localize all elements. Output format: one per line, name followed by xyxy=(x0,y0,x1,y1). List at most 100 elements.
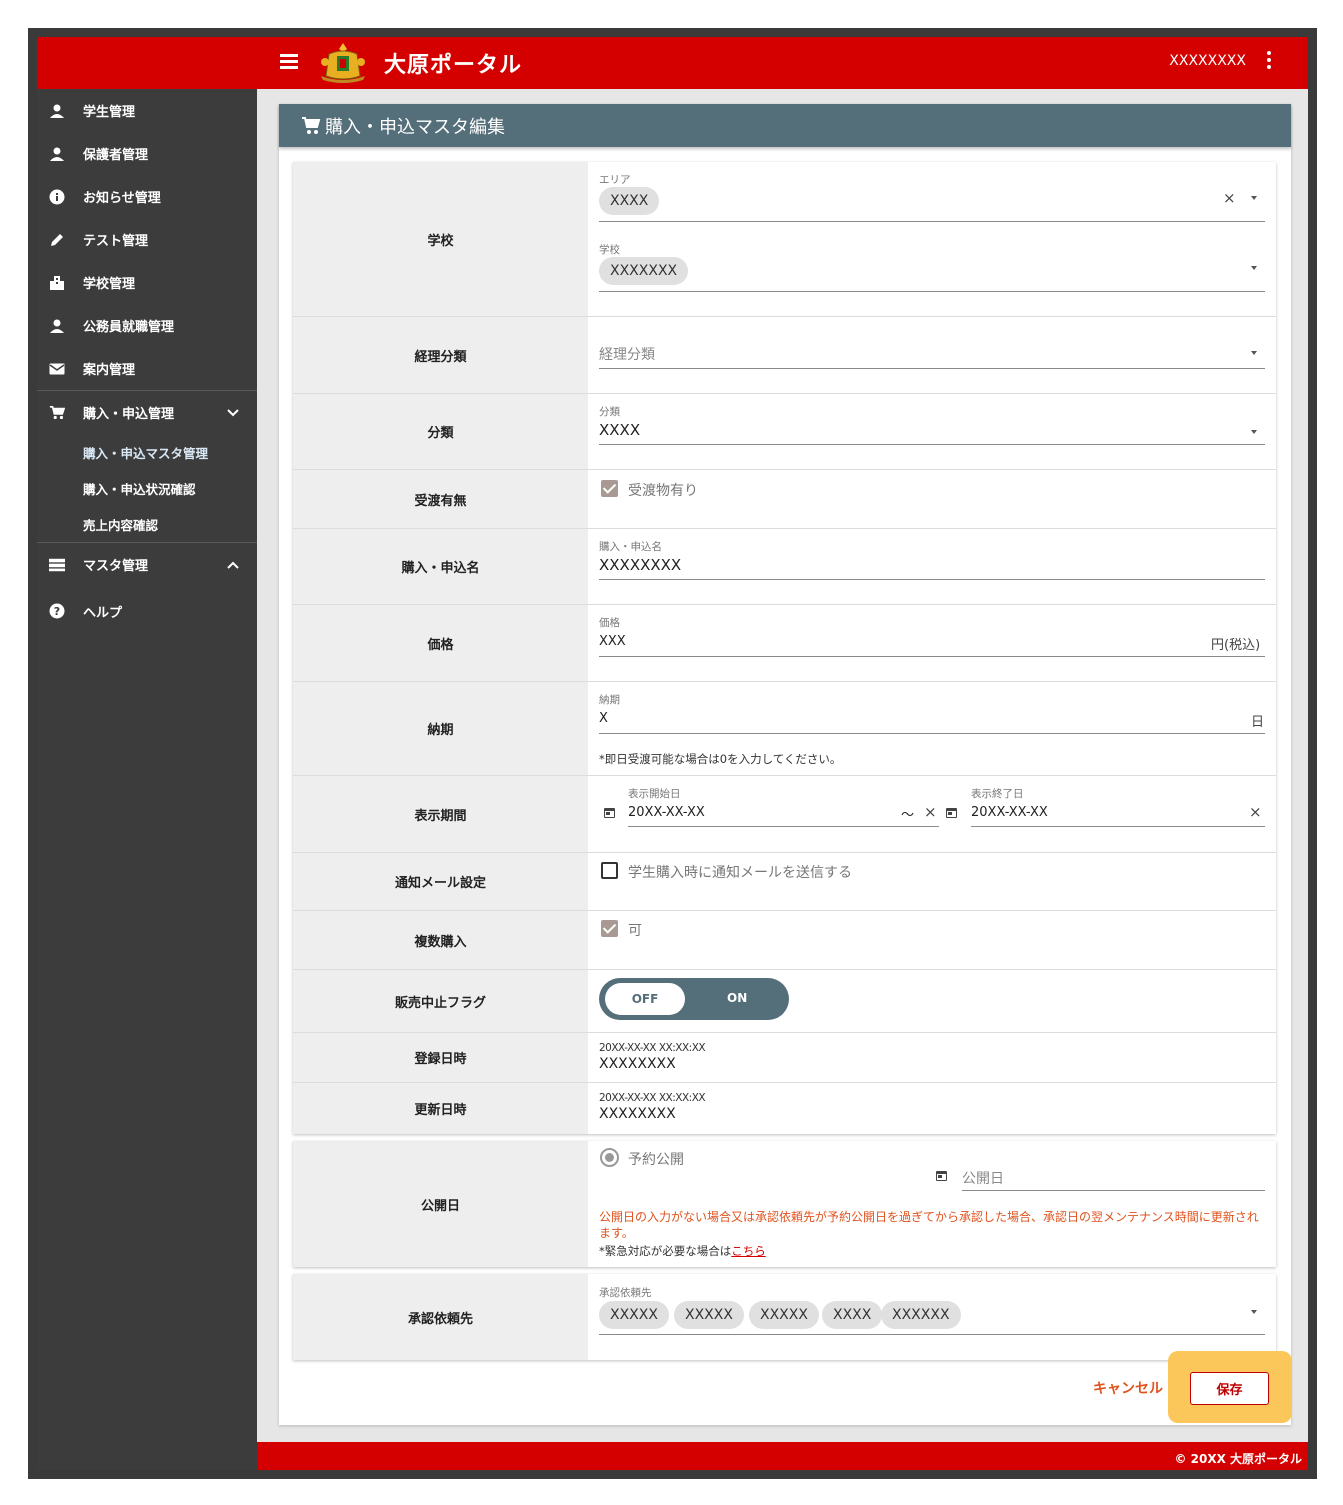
caret-down-icon[interactable] xyxy=(1251,196,1257,200)
days-field-label: 納期 xyxy=(599,694,620,706)
area-field-label: エリア xyxy=(599,174,631,186)
calendar-icon[interactable] xyxy=(604,808,615,818)
row-label: 通知メール設定 xyxy=(293,853,588,910)
publish-date-placeholder: 公開日 xyxy=(962,1171,1004,1187)
approver-chip[interactable]: XXXXX xyxy=(674,1301,744,1329)
stop-flag-toggle[interactable]: OFF ON xyxy=(599,978,789,1020)
sidebar-item-label: 学校管理 xyxy=(83,277,136,292)
days-value: X xyxy=(599,711,608,726)
start-field-label: 表示開始日 xyxy=(628,788,681,800)
row-delivery: 受渡有無 受渡物有り xyxy=(293,470,1276,529)
publish-note: 公開日の入力がない場合又は承認依頼先が予約公開日を過ぎてから承認した場合、承認日… xyxy=(599,1210,1259,1240)
sidebar-item-schools[interactable]: 学校管理 xyxy=(37,261,257,304)
sidebar-item-tests[interactable]: テスト管理 xyxy=(37,218,257,261)
row-label: 公開日 xyxy=(293,1141,588,1267)
user-name[interactable]: XXXXXXXX xyxy=(1169,53,1246,69)
multiple-checkbox[interactable] xyxy=(601,920,618,937)
row-updated: 更新日時 20XX-XX-XX XX:XX:XX XXXXXXXX xyxy=(293,1083,1276,1134)
delivery-checkbox[interactable] xyxy=(601,480,618,497)
days-suffix: 日 xyxy=(1251,715,1265,730)
top-app-bar: 大原ポータル XXXXXXXX xyxy=(37,37,1308,89)
clear-icon[interactable]: × xyxy=(1223,189,1236,207)
start-date-value: 20XX-XX-XX xyxy=(628,805,705,820)
chevron-up-icon xyxy=(227,558,239,572)
category-field-label: 分類 xyxy=(599,406,620,418)
footer-copyright: © 20XX 大原ポータル xyxy=(257,1442,1308,1470)
page-header: 購入・申込マスタ編集 xyxy=(279,104,1291,147)
sidebar-subitem-sales[interactable]: 売上内容確認 xyxy=(37,506,257,542)
menu-icon[interactable] xyxy=(280,51,298,73)
sidebar-item-label: マスタ管理 xyxy=(83,559,149,574)
row-publish: 公開日 予約公開 公開日 公開日の入力がない場合又は承認依頼先が予約公開日を過ぎ… xyxy=(293,1141,1276,1267)
days-input[interactable] xyxy=(599,706,1265,734)
approver-chip[interactable]: XXXXX xyxy=(749,1301,819,1329)
more-vert-icon[interactable] xyxy=(1266,51,1272,73)
registered-datetime: 20XX-XX-XX XX:XX:XX xyxy=(599,1042,706,1054)
approver-chip[interactable]: XXXXXX xyxy=(881,1301,961,1329)
sidebar-subitem-status[interactable]: 購入・申込状況確認 xyxy=(37,470,257,506)
period-separator: ～ xyxy=(901,808,915,823)
caret-down-icon[interactable] xyxy=(1251,266,1257,270)
caret-down-icon[interactable] xyxy=(1251,351,1257,355)
row-display-period: 表示期間 表示開始日 20XX-XX-XX ～ × 表示終了日 20XX-XX-… xyxy=(293,776,1276,853)
sidebar-item-guardians[interactable]: 保護者管理 xyxy=(37,132,257,175)
approver-chip[interactable]: XXXXX xyxy=(599,1301,669,1329)
price-input[interactable] xyxy=(599,629,1265,657)
school-field-label: 学校 xyxy=(599,244,620,256)
storage-icon xyxy=(49,557,65,573)
clear-icon[interactable]: × xyxy=(924,803,937,821)
row-price: 価格 価格 XXX 円(税込) xyxy=(293,605,1276,682)
row-approver: 承認依頼先 承認依頼先 XXXXX XXXXX XXXXX XXXX XXXXX… xyxy=(293,1274,1276,1360)
publish-radio-label: 予約公開 xyxy=(628,1152,684,1168)
name-input[interactable] xyxy=(599,553,1265,580)
form-main: 学校 エリア XXXX × 学校 XXXXXXX 経理分類 経理分類 分類 分類… xyxy=(293,162,1276,1134)
toggle-off-label: OFF xyxy=(605,983,685,1015)
updated-datetime: 20XX-XX-XX XX:XX:XX xyxy=(599,1092,706,1104)
row-label: 販売中止フラグ xyxy=(293,970,588,1032)
pencil-icon xyxy=(49,232,65,248)
sidebar-item-civil-service[interactable]: 公務員就職管理 xyxy=(37,304,257,347)
school-select[interactable] xyxy=(599,256,1265,292)
caret-down-icon[interactable] xyxy=(1251,1310,1257,1314)
row-registered: 登録日時 20XX-XX-XX XX:XX:XX XXXXXXXX xyxy=(293,1033,1276,1083)
cancel-button[interactable]: キャンセル xyxy=(1093,1378,1163,1398)
cart-icon xyxy=(301,116,321,135)
accounting-select[interactable] xyxy=(599,333,1265,369)
row-notify: 通知メール設定 学生購入時に通知メールを送信する xyxy=(293,853,1276,911)
person-icon xyxy=(49,318,65,334)
person-icon xyxy=(49,146,65,162)
calendar-icon[interactable] xyxy=(946,808,957,818)
days-note: *即日受渡可能な場合は0を入力してください。 xyxy=(599,752,842,766)
caret-down-icon[interactable] xyxy=(1251,430,1257,434)
updated-user: XXXXXXXX xyxy=(599,1106,676,1122)
emergency-link[interactable]: こちら xyxy=(731,1244,766,1258)
sidebar-item-guides[interactable]: 案内管理 xyxy=(37,347,257,390)
sidebar-item-master[interactable]: マスタ管理 xyxy=(37,543,257,586)
row-label: 経理分類 xyxy=(293,317,588,393)
publish-date-input[interactable] xyxy=(962,1161,1265,1191)
publish-emergency-note: *緊急対応が必要な場合はこちら xyxy=(599,1243,766,1259)
row-label: 価格 xyxy=(293,605,588,681)
calendar-icon[interactable] xyxy=(936,1171,947,1181)
sidebar-item-purchase[interactable]: 購入・申込管理 xyxy=(37,391,257,434)
area-select[interactable] xyxy=(599,186,1265,222)
area-chip[interactable]: XXXX xyxy=(599,187,660,215)
sidebar-item-notices[interactable]: お知らせ管理 xyxy=(37,175,257,218)
approver-chip[interactable]: XXXX xyxy=(822,1301,883,1329)
sidebar-subitem-master[interactable]: 購入・申込マスタ管理 xyxy=(37,434,257,470)
mail-icon xyxy=(49,361,65,377)
clear-icon[interactable]: × xyxy=(1249,803,1262,821)
svg-text:?: ? xyxy=(54,605,60,618)
name-value: XXXXXXXX xyxy=(599,556,682,574)
notify-checkbox-label: 学生購入時に通知メールを送信する xyxy=(628,865,852,881)
notify-checkbox[interactable] xyxy=(601,862,618,879)
save-button[interactable]: 保存 xyxy=(1190,1372,1269,1405)
cart-icon xyxy=(49,405,65,421)
crest-logo-icon xyxy=(321,43,365,83)
sidebar-item-students[interactable]: 学生管理 xyxy=(37,89,257,132)
school-chip[interactable]: XXXXXXX xyxy=(599,257,689,285)
publish-radio[interactable] xyxy=(600,1148,619,1167)
category-select[interactable] xyxy=(599,418,1265,445)
sidebar-item-help[interactable]: ? ヘルプ xyxy=(37,586,257,636)
row-label: 納期 xyxy=(293,682,588,775)
